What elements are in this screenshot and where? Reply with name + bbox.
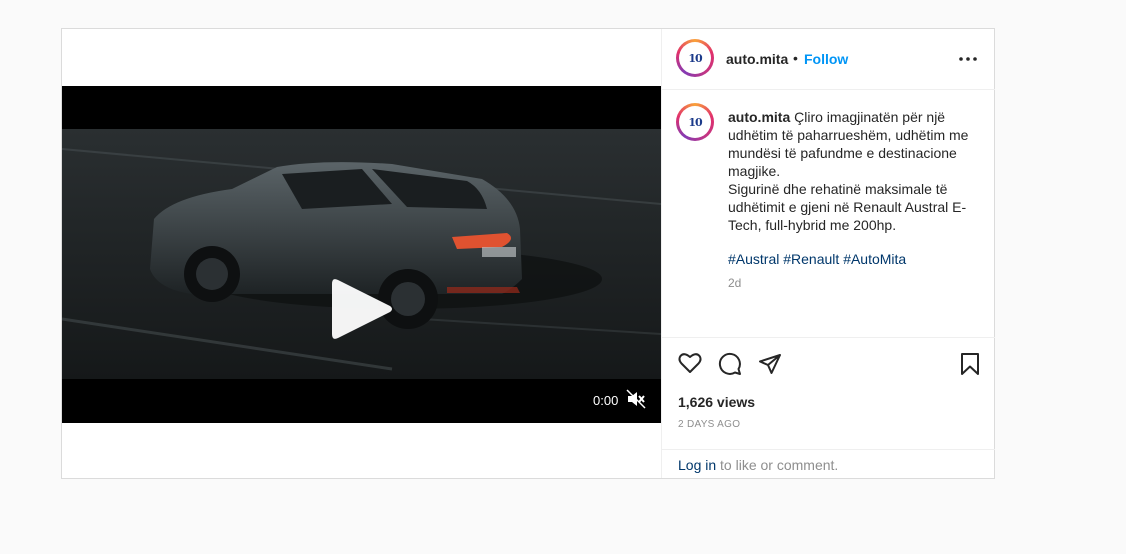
caption: auto.mita Çliro imagjinatën për një udhë… — [728, 108, 973, 234]
follow-button[interactable]: Follow — [804, 51, 848, 67]
avatar[interactable]: 10 — [676, 39, 714, 77]
actions-divider — [662, 337, 995, 338]
avatar-logo: 10 — [679, 42, 711, 74]
login-prompt: Log in to like or comment. — [678, 457, 838, 473]
separator-dot: • — [793, 50, 798, 66]
caption-avatar[interactable]: 10 — [676, 103, 714, 141]
caption-text-2: Sigurinë dhe rehatinë maksimale të udhët… — [728, 181, 967, 233]
hashtag-link[interactable]: #Austral — [728, 251, 779, 267]
caption-avatar-logo: 10 — [679, 106, 711, 138]
avatar-text: 10 — [688, 51, 702, 65]
media-area: 0:00 — [62, 29, 661, 478]
caption-avatar-text: 10 — [688, 115, 702, 129]
login-text: to like or comment. — [716, 457, 839, 473]
post-header: 10 auto.mita • Follow — [662, 29, 995, 90]
bookmark-icon[interactable] — [960, 352, 980, 376]
share-icon[interactable] — [758, 352, 782, 376]
view-count[interactable]: 1,626 views — [678, 394, 755, 410]
login-divider — [662, 449, 995, 450]
comment-icon[interactable] — [718, 352, 742, 376]
play-icon[interactable] — [330, 274, 394, 344]
header-username[interactable]: auto.mita — [726, 51, 788, 67]
video-time: 0:00 — [593, 393, 619, 408]
hashtags: #Austral #Renault #AutoMita — [728, 251, 906, 267]
hashtag-link[interactable]: #AutoMita — [843, 251, 906, 267]
hashtag-link[interactable]: #Renault — [783, 251, 839, 267]
more-icon[interactable] — [959, 57, 977, 61]
caption-username[interactable]: auto.mita — [728, 109, 790, 125]
post-sidebar: 10 auto.mita • Follow 10 auto.mita Çliro… — [661, 29, 995, 478]
video-player[interactable]: 0:00 — [62, 86, 661, 423]
post-card: 0:00 10 auto.mita • Follow 10 auto.mita … — [61, 28, 995, 479]
mute-icon[interactable] — [626, 389, 646, 409]
login-link[interactable]: Log in — [678, 457, 716, 473]
caption-time: 2d — [728, 276, 742, 290]
heart-icon[interactable] — [678, 352, 702, 374]
post-date: 2 DAYS AGO — [678, 419, 741, 430]
